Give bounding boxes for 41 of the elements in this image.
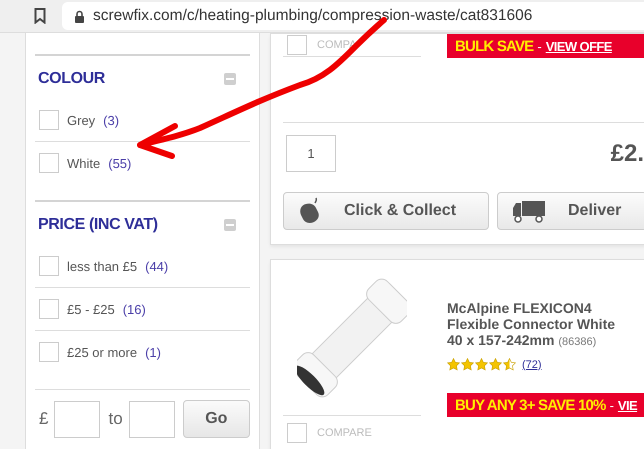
reviews-link[interactable]: (72) [522, 358, 542, 370]
filter-option[interactable]: £5 - £25 [67, 302, 115, 316]
promo-banner[interactable]: BUY ANY 3+ SAVE 10% - VIE [447, 393, 644, 417]
view-offer-link[interactable]: VIEW OFFE [546, 38, 612, 54]
filter-option[interactable]: less than £5 [67, 258, 138, 274]
checkbox[interactable] [39, 110, 59, 130]
currency-label: £ [39, 409, 48, 429]
go-button[interactable]: Go [182, 400, 250, 438]
checkbox[interactable] [39, 153, 59, 173]
option-count: (16) [122, 302, 146, 316]
product-title[interactable]: McAlpine FLEXICON4 Flexible Connector White 40 x 157-242mm (86386) [447, 300, 633, 350]
promo-banner[interactable]: BULK SAVE - VIEW OFFE [447, 34, 644, 58]
checkbox[interactable] [39, 256, 59, 276]
filter-option[interactable]: Grey [67, 112, 96, 128]
option-count: (44) [145, 258, 168, 274]
checkbox[interactable] [287, 35, 307, 55]
bookmark-icon[interactable] [34, 8, 46, 24]
filter-heading: COLOUR [38, 70, 105, 88]
max-price-field[interactable] [128, 400, 175, 438]
checkbox[interactable] [39, 342, 59, 362]
to-label: to [108, 409, 123, 429]
collapse-icon[interactable] [224, 219, 236, 231]
checkbox[interactable] [287, 423, 307, 443]
option-count: (1) [145, 344, 161, 360]
min-price-field[interactable] [54, 400, 100, 438]
filter-option[interactable]: £25 or more [67, 344, 138, 360]
deliver-button[interactable]: Deliver [497, 192, 644, 230]
click-collect-button[interactable]: Click & Collect [283, 192, 489, 230]
compare-label: COMPARE [317, 427, 372, 439]
view-offer-link[interactable]: VIE [618, 398, 638, 412]
lock-icon [74, 10, 85, 22]
collapse-icon[interactable] [224, 73, 236, 85]
option-count: (55) [108, 156, 132, 170]
filter-heading: PRICE (INC VAT) [38, 216, 158, 234]
truck-icon [512, 199, 546, 223]
option-count: (3) [103, 112, 120, 128]
filter-option[interactable]: White [67, 156, 100, 170]
quantity-field[interactable]: 1 [286, 135, 336, 172]
checkbox[interactable] [39, 299, 59, 319]
price: £2. [610, 140, 644, 168]
address-bar[interactable]: screwfix.com/c/heating-plumbing/compression-waste/cat831606 [62, 2, 644, 30]
